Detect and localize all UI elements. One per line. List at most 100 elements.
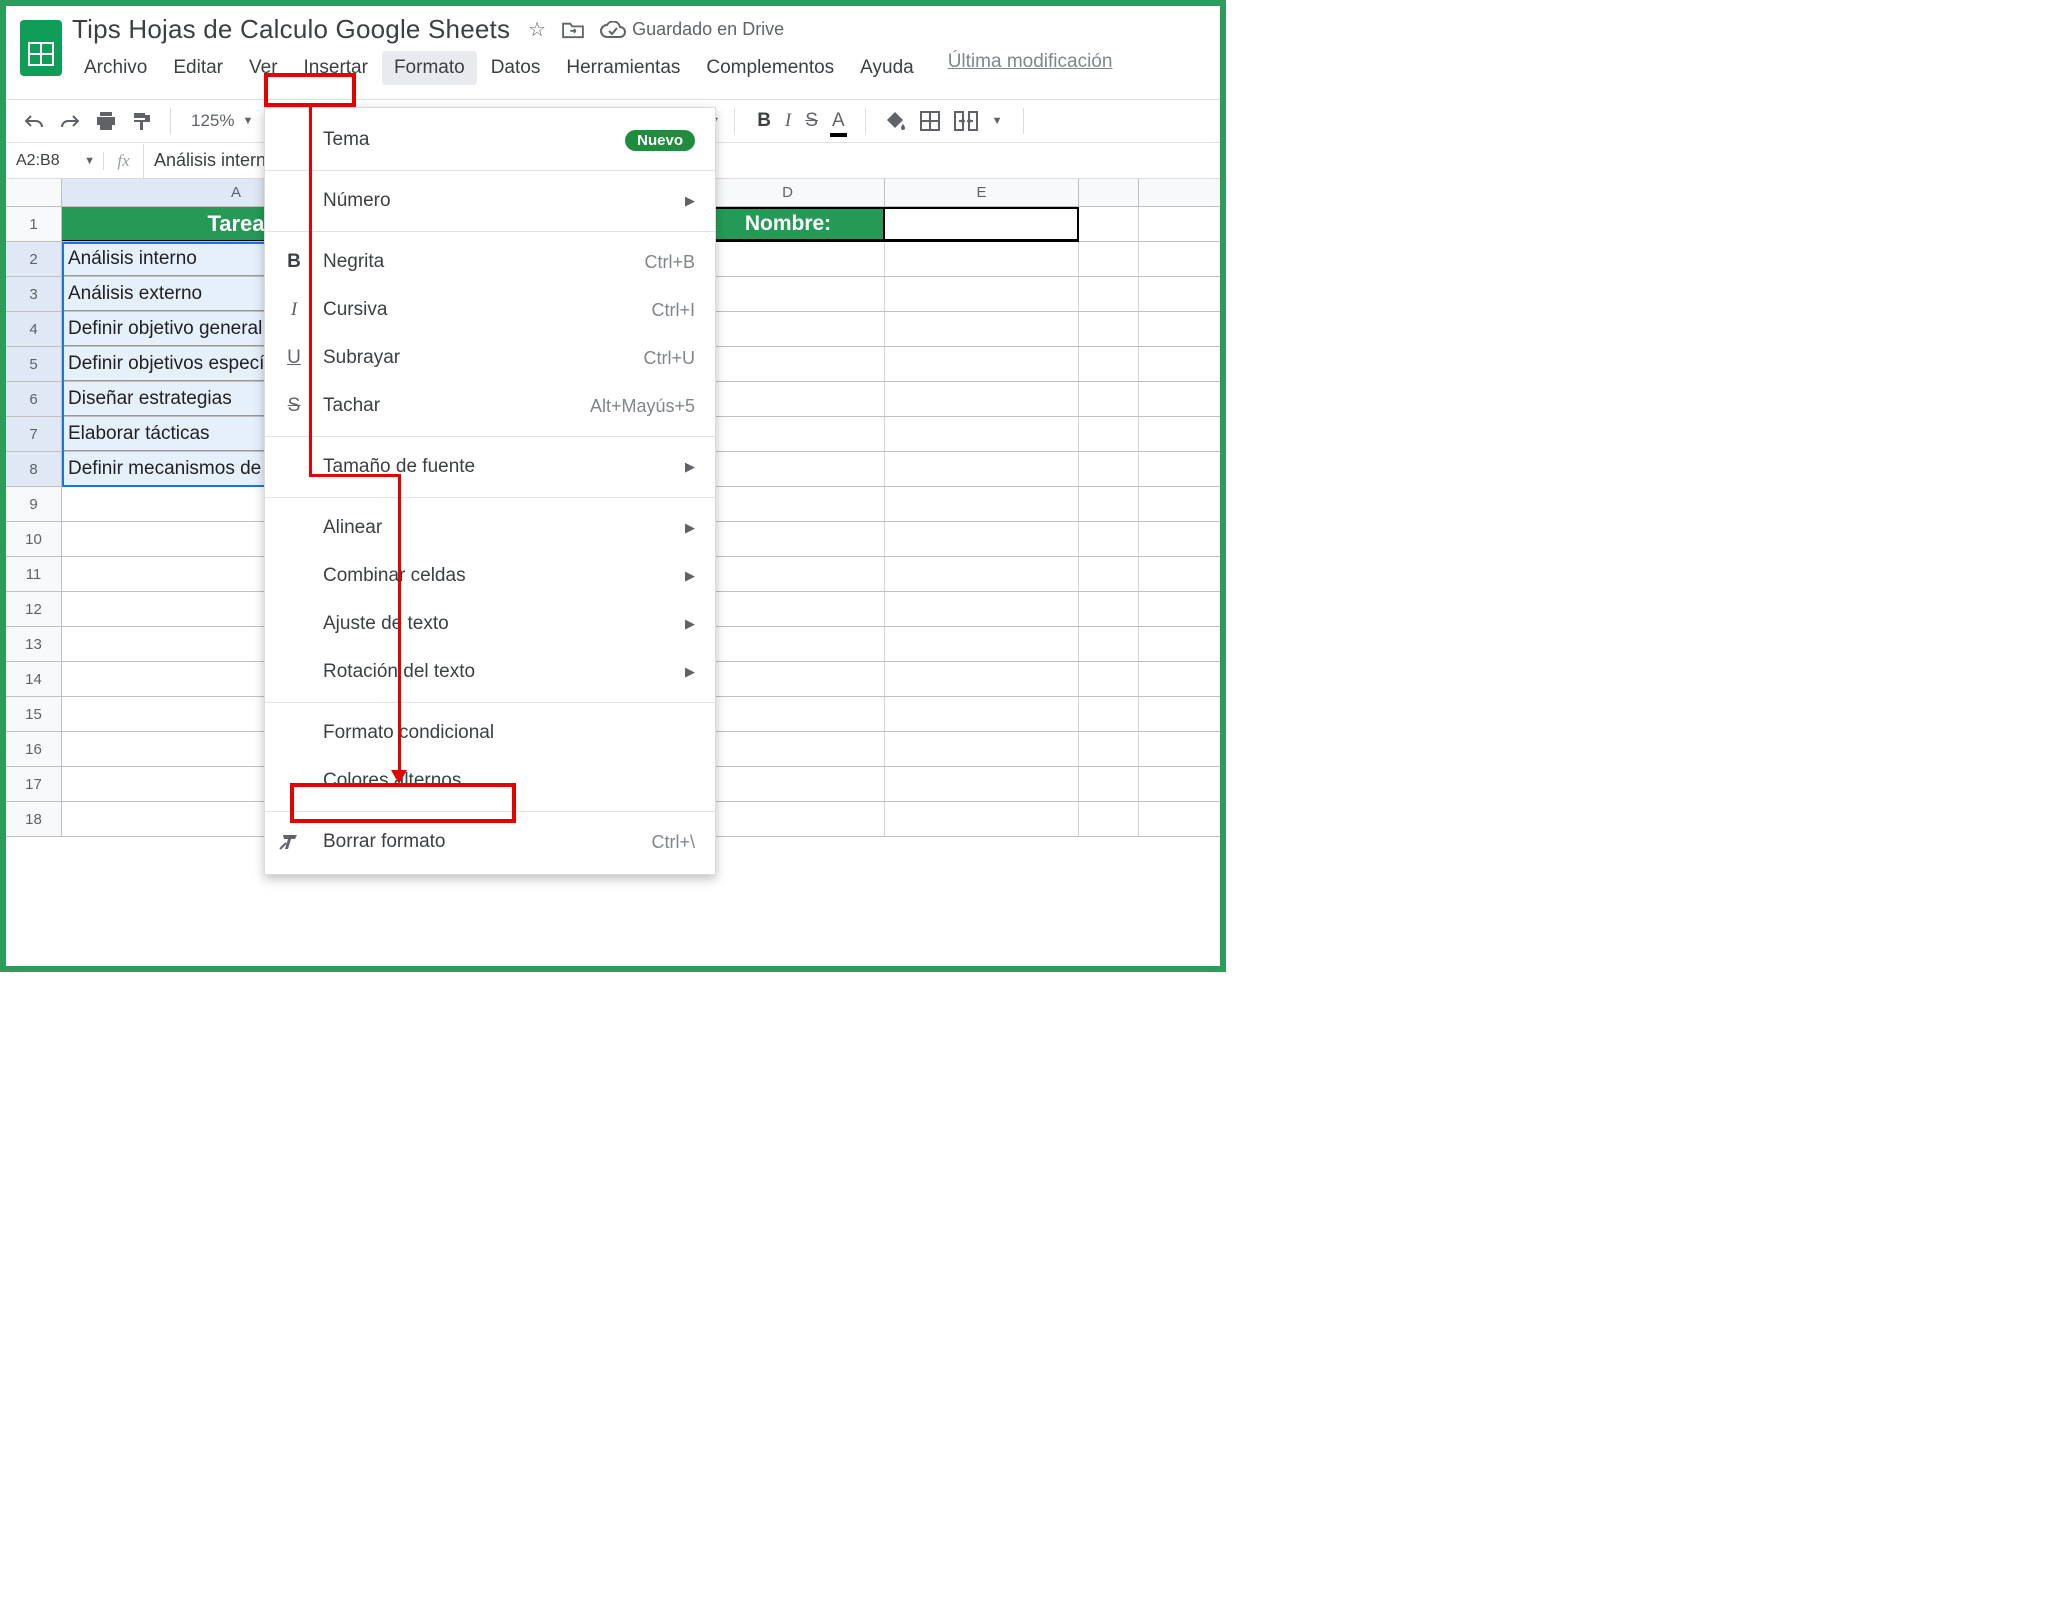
cell[interactable] xyxy=(1079,522,1139,556)
menu-item-merge[interactable]: Combinar celdas ▶ xyxy=(265,552,715,600)
undo-button[interactable] xyxy=(20,107,48,135)
cell[interactable] xyxy=(691,627,885,661)
cell[interactable] xyxy=(885,592,1079,626)
cell[interactable] xyxy=(691,242,885,276)
cell[interactable] xyxy=(1079,802,1139,836)
row-header[interactable]: 16 xyxy=(6,732,62,766)
menu-archivo[interactable]: Archivo xyxy=(72,51,159,85)
cell[interactable] xyxy=(1079,452,1139,486)
cell[interactable] xyxy=(1079,592,1139,626)
row-header[interactable]: 3 xyxy=(6,277,62,311)
cell[interactable] xyxy=(691,592,885,626)
last-modification-link[interactable]: Última modificación xyxy=(948,51,1113,85)
merge-cells-button[interactable] xyxy=(954,111,978,131)
paint-format-button[interactable] xyxy=(128,107,156,135)
column-header[interactable]: E xyxy=(885,179,1079,206)
row-header[interactable]: 17 xyxy=(6,767,62,801)
borders-button[interactable] xyxy=(920,111,940,131)
move-to-folder-icon[interactable] xyxy=(562,21,584,39)
column-header[interactable] xyxy=(1079,179,1139,206)
menu-formato[interactable]: Formato xyxy=(382,51,477,85)
menu-item-clear-format[interactable]: Borrar formato Ctrl+\ xyxy=(265,818,715,866)
cell[interactable] xyxy=(691,697,885,731)
cell[interactable] xyxy=(691,767,885,801)
menu-editar[interactable]: Editar xyxy=(161,51,235,85)
cell[interactable] xyxy=(691,662,885,696)
menu-item-number[interactable]: Número ▶ xyxy=(265,177,715,225)
cell[interactable] xyxy=(691,487,885,521)
cell[interactable] xyxy=(885,732,1079,766)
row-header[interactable]: 12 xyxy=(6,592,62,626)
cell[interactable] xyxy=(1079,697,1139,731)
cell[interactable] xyxy=(885,312,1079,346)
sheets-app-icon[interactable] xyxy=(20,20,62,76)
menu-item-bold[interactable]: B Negrita Ctrl+B xyxy=(265,238,715,286)
row-header[interactable]: 15 xyxy=(6,697,62,731)
row-header[interactable]: 1 xyxy=(6,207,62,241)
cell[interactable] xyxy=(885,347,1079,381)
cell[interactable] xyxy=(885,452,1079,486)
row-header[interactable]: 18 xyxy=(6,802,62,836)
menu-item-italic[interactable]: I Cursiva Ctrl+I xyxy=(265,286,715,334)
print-button[interactable] xyxy=(92,107,120,135)
menu-item-wrap[interactable]: Ajuste de texto ▶ xyxy=(265,600,715,648)
row-header[interactable]: 10 xyxy=(6,522,62,556)
row-header[interactable]: 14 xyxy=(6,662,62,696)
row-header[interactable]: 5 xyxy=(6,347,62,381)
cell[interactable] xyxy=(885,802,1079,836)
menu-complementos[interactable]: Complementos xyxy=(694,51,846,85)
cell[interactable] xyxy=(691,277,885,311)
cell[interactable] xyxy=(885,382,1079,416)
cell[interactable] xyxy=(1079,627,1139,661)
star-icon[interactable]: ☆ xyxy=(528,17,546,42)
cell[interactable] xyxy=(885,277,1079,311)
menu-item-font-size[interactable]: Tamaño de fuente ▶ xyxy=(265,443,715,491)
cell[interactable] xyxy=(691,732,885,766)
row-header[interactable]: 9 xyxy=(6,487,62,521)
document-title[interactable]: Tips Hojas de Calculo Google Sheets xyxy=(72,14,510,45)
menu-item-strike[interactable]: S Tachar Alt+Mayús+5 xyxy=(265,382,715,430)
cell[interactable] xyxy=(1079,767,1139,801)
name-box[interactable]: A2:B8 ▼ xyxy=(6,152,104,170)
cell[interactable] xyxy=(885,242,1079,276)
cell[interactable] xyxy=(691,802,885,836)
redo-button[interactable] xyxy=(56,107,84,135)
row-header[interactable]: 7 xyxy=(6,417,62,451)
cell[interactable] xyxy=(691,312,885,346)
cell[interactable] xyxy=(1079,312,1139,346)
cell[interactable] xyxy=(1079,662,1139,696)
cell[interactable] xyxy=(885,522,1079,556)
menu-ayuda[interactable]: Ayuda xyxy=(848,51,926,85)
cell[interactable] xyxy=(885,697,1079,731)
strikethrough-button[interactable]: S xyxy=(805,110,818,132)
row-header[interactable]: 6 xyxy=(6,382,62,416)
cell[interactable] xyxy=(1079,487,1139,521)
menu-herramientas[interactable]: Herramientas xyxy=(554,51,692,85)
menu-item-rotation[interactable]: Rotación del texto ▶ xyxy=(265,648,715,696)
text-color-button[interactable]: A xyxy=(832,110,845,132)
zoom-selector[interactable]: 125% ▼ xyxy=(185,111,259,131)
cell[interactable] xyxy=(691,557,885,591)
bold-button[interactable]: B xyxy=(757,110,771,132)
cell[interactable] xyxy=(1079,382,1139,416)
column-header[interactable]: D xyxy=(691,179,885,206)
cell[interactable] xyxy=(1079,242,1139,276)
menu-item-underline[interactable]: U Subrayar Ctrl+U xyxy=(265,334,715,382)
fill-color-button[interactable] xyxy=(886,111,906,131)
cell[interactable] xyxy=(1079,207,1139,241)
cell[interactable] xyxy=(1079,417,1139,451)
menu-item-theme[interactable]: Tema Nuevo xyxy=(265,116,715,164)
cell[interactable] xyxy=(885,487,1079,521)
cell[interactable] xyxy=(885,557,1079,591)
row-header[interactable]: 13 xyxy=(6,627,62,661)
menu-item-align[interactable]: Alinear ▶ xyxy=(265,504,715,552)
cell[interactable] xyxy=(1079,732,1139,766)
row-header[interactable]: 4 xyxy=(6,312,62,346)
menu-item-alternating-colors[interactable]: Colores alternos xyxy=(265,757,715,805)
row-header[interactable]: 8 xyxy=(6,452,62,486)
cell[interactable] xyxy=(1079,277,1139,311)
cell[interactable] xyxy=(885,767,1079,801)
row-header[interactable]: 2 xyxy=(6,242,62,276)
cell[interactable] xyxy=(1079,557,1139,591)
menu-datos[interactable]: Datos xyxy=(479,51,553,85)
